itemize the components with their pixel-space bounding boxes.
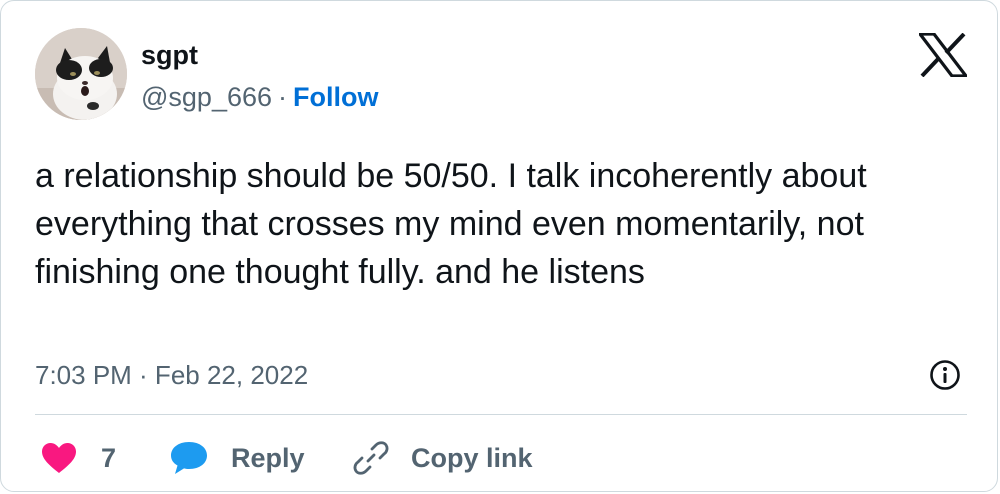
speech-bubble-icon: [171, 442, 207, 474]
x-logo-icon[interactable]: [919, 33, 967, 77]
heart-icon: [42, 443, 76, 473]
like-button[interactable]: 7: [41, 438, 116, 478]
info-icon[interactable]: [929, 359, 961, 391]
link-icon: [353, 441, 389, 475]
like-count: 7: [101, 443, 117, 473]
tweet-timestamp[interactable]: 7:03 PM · Feb 22, 2022: [35, 359, 308, 391]
avatar[interactable]: [35, 28, 127, 120]
divider: [35, 414, 967, 415]
reply-label: Reply: [231, 443, 305, 473]
tweet-card: sgpt @sgp_666 · Follow a relationship shou…: [0, 0, 998, 492]
reply-button[interactable]: Reply: [169, 438, 305, 478]
author-handle[interactable]: @sgp_666: [141, 82, 272, 112]
author-display-name[interactable]: sgpt: [141, 39, 198, 71]
tweet-text: a relationship should be 50/50. I talk i…: [35, 157, 867, 291]
separator-dot: ·: [278, 82, 288, 112]
follow-button[interactable]: Follow: [293, 82, 378, 112]
copy-link-label: Copy link: [411, 443, 533, 473]
author-handle-row: @sgp_666 · Follow: [141, 81, 379, 113]
copy-link-button[interactable]: Copy link: [353, 438, 533, 478]
cat-avatar-image: [35, 28, 127, 120]
